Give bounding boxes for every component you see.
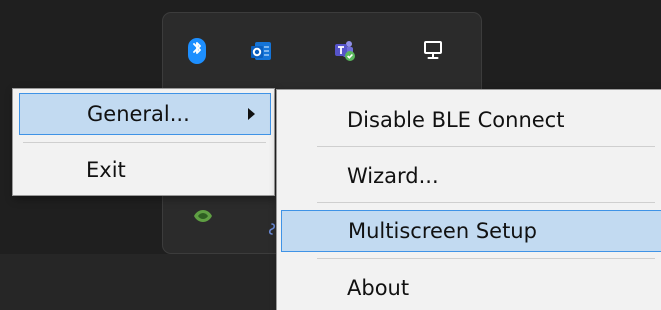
menu-item-wizard-label: Wizard... [347,163,439,188]
menu-item-about[interactable]: About [285,266,661,310]
outlook-icon[interactable] [249,38,275,64]
menu-item-general[interactable]: General... [19,93,271,135]
menu-separator [23,142,266,143]
submenu-arrow-icon [248,108,255,120]
general-submenu: Disable BLE Connect Wizard... Multiscree… [276,89,661,310]
menu-item-disable-ble-connect-label: Disable BLE Connect [347,107,565,132]
menu-item-about-label: About [347,275,410,300]
computer-icon[interactable] [420,37,446,63]
menu-separator [317,258,655,259]
nvidia-icon[interactable] [191,204,215,226]
teams-icon[interactable] [331,37,357,63]
menu-item-multiscreen-setup-label: Multiscreen Setup [348,218,537,243]
main-context-menu: General... Exit [12,88,275,196]
bluetooth-icon[interactable] [188,38,206,64]
menu-item-disable-ble-connect[interactable]: Disable BLE Connect [285,98,661,142]
menu-separator [317,146,655,147]
menu-item-exit-label: Exit [86,157,126,182]
menu-separator [317,202,655,203]
menu-item-general-label: General... [87,101,190,126]
menu-item-wizard[interactable]: Wizard... [285,154,661,198]
menu-item-exit[interactable]: Exit [19,149,271,191]
menu-item-multiscreen-setup[interactable]: Multiscreen Setup [281,210,661,252]
